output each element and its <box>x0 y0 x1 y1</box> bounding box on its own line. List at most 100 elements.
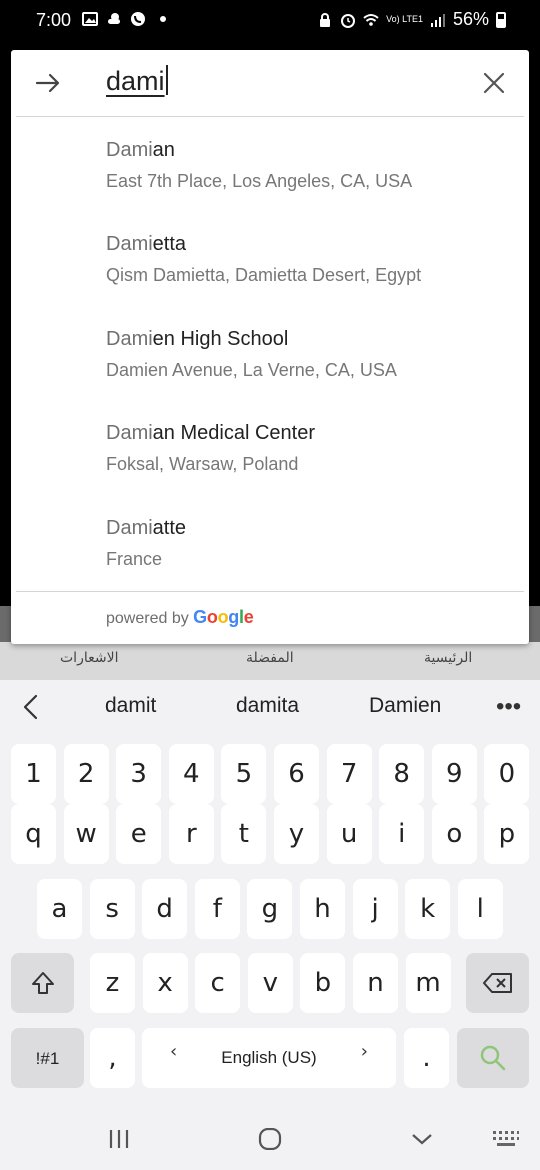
text-cursor <box>165 65 168 95</box>
key-y[interactable]: y <box>274 804 319 864</box>
google-logo: Google <box>193 607 254 627</box>
tab-favorites[interactable]: المفضلة <box>246 650 294 666</box>
key-label: k <box>420 894 436 924</box>
key-r[interactable]: r <box>168 804 214 864</box>
result-item[interactable]: Damiatte France <box>106 517 506 570</box>
key-label: 7 <box>340 759 358 789</box>
battery-icon <box>496 11 506 28</box>
key-n[interactable]: n <box>353 953 398 1013</box>
key-e[interactable]: e <box>116 804 162 864</box>
search-input[interactable]: dami <box>106 65 168 97</box>
key-1[interactable]: 1 <box>11 744 56 804</box>
key-label: 9 <box>446 759 463 789</box>
key-9[interactable]: 9 <box>431 744 477 804</box>
result-title-rest: an Medical Center <box>152 422 315 444</box>
result-title-match: Dami <box>106 139 153 161</box>
key-2[interactable]: 2 <box>63 744 109 804</box>
key-i[interactable]: i <box>379 804 425 864</box>
recent-apps-icon[interactable] <box>108 1128 130 1150</box>
gallery-icon <box>82 12 98 26</box>
keyboard-icon[interactable] <box>492 1128 520 1150</box>
key-0[interactable]: 0 <box>484 744 530 804</box>
key-label: w <box>75 819 97 849</box>
clear-icon[interactable] <box>479 68 509 98</box>
result-item[interactable]: Damian Medical Center Foksal, Warsaw, Po… <box>106 422 506 475</box>
result-item[interactable]: Damien High School Damien Avenue, La Ver… <box>106 328 506 381</box>
battery-percent: 56% <box>452 9 489 29</box>
result-item[interactable]: Damietta Qism Damietta, Damietta Desert,… <box>106 233 506 286</box>
google-logo-letter: G <box>193 607 207 627</box>
tab-home[interactable]: الرئيسية <box>424 650 472 666</box>
suggestion-strip: damit damita Damien ••• <box>0 680 540 736</box>
key-5[interactable]: 5 <box>221 744 267 804</box>
comma-key[interactable]: , <box>90 1028 135 1088</box>
back-arrow-icon[interactable] <box>33 68 63 98</box>
suggestion-item[interactable]: damit <box>105 694 156 718</box>
key-7[interactable]: 7 <box>326 744 372 804</box>
key-p[interactable]: p <box>484 804 530 864</box>
suggestion-item[interactable]: Damien <box>369 694 441 718</box>
key-b[interactable]: b <box>300 953 346 1013</box>
key-f[interactable]: f <box>194 879 240 939</box>
key-w[interactable]: w <box>63 804 109 864</box>
status-time: 7:00 <box>36 10 72 30</box>
powered-by-google: powered by Google <box>106 607 254 628</box>
key-a[interactable]: a <box>37 879 82 939</box>
result-subtitle: France <box>106 549 163 569</box>
key-m[interactable]: m <box>405 953 451 1013</box>
key-label: !#1 <box>35 1048 60 1068</box>
key-s[interactable]: s <box>89 879 135 939</box>
suggestion-item[interactable]: damita <box>236 694 299 718</box>
key-label: s <box>105 894 119 924</box>
result-title-rest: atte <box>152 517 187 539</box>
key-label: . <box>422 1043 431 1073</box>
home-icon[interactable] <box>258 1128 282 1150</box>
key-z[interactable]: z <box>90 953 135 1013</box>
key-label: x <box>157 968 173 998</box>
app-bottom-tabs: الاشعارات المفضلة الرئيسية <box>0 642 540 680</box>
key-k[interactable]: k <box>405 879 451 939</box>
key-8[interactable]: 8 <box>379 744 425 804</box>
key-label: j <box>371 894 379 924</box>
key-v[interactable]: v <box>247 953 293 1013</box>
result-subtitle: Foksal, Warsaw, Poland <box>106 454 299 474</box>
key-d[interactable]: d <box>142 879 188 939</box>
symbols-key[interactable]: !#1 <box>11 1028 84 1088</box>
result-title-rest: an <box>152 139 175 161</box>
backspace-key[interactable] <box>466 953 529 1013</box>
more-options-icon[interactable]: ••• <box>496 695 521 719</box>
key-label: n <box>367 968 384 998</box>
tab-notifications[interactable]: الاشعارات <box>60 650 118 666</box>
key-6[interactable]: 6 <box>274 744 319 804</box>
status-bar: 7:00 Vo) LTE1 56% <box>0 0 540 40</box>
spacebar-key[interactable]: ‹ English (US) › <box>142 1028 396 1088</box>
key-q[interactable]: q <box>11 804 56 864</box>
shift-key[interactable] <box>11 953 74 1013</box>
result-item[interactable]: Damian East 7th Place, Los Angeles, CA, … <box>106 139 506 192</box>
result-title-rest: en High School <box>152 328 289 350</box>
search-icon <box>480 1045 506 1071</box>
key-c[interactable]: c <box>195 953 241 1013</box>
chevron-down-icon[interactable] <box>411 1128 433 1150</box>
key-label: o <box>446 819 463 849</box>
chevron-left-icon[interactable] <box>18 692 44 722</box>
key-3[interactable]: 3 <box>116 744 162 804</box>
notification-icons <box>82 11 166 27</box>
lock-icon <box>320 12 331 27</box>
search-key[interactable] <box>457 1028 529 1088</box>
period-key[interactable]: . <box>404 1028 449 1088</box>
key-h[interactable]: h <box>300 879 345 939</box>
key-4[interactable]: 4 <box>168 744 214 804</box>
key-o[interactable]: o <box>431 804 477 864</box>
result-subtitle: East 7th Place, Los Angeles, CA, USA <box>106 171 413 191</box>
key-u[interactable]: u <box>326 804 372 864</box>
key-x[interactable]: x <box>142 953 188 1013</box>
key-l[interactable]: l <box>457 879 503 939</box>
key-label: 0 <box>498 759 516 789</box>
key-j[interactable]: j <box>352 879 398 939</box>
key-g[interactable]: g <box>247 879 293 939</box>
key-label: a <box>51 894 68 924</box>
chevron-left-icon: ‹ <box>170 1041 178 1062</box>
powered-by-label: powered by <box>106 610 189 627</box>
key-t[interactable]: t <box>221 804 267 864</box>
